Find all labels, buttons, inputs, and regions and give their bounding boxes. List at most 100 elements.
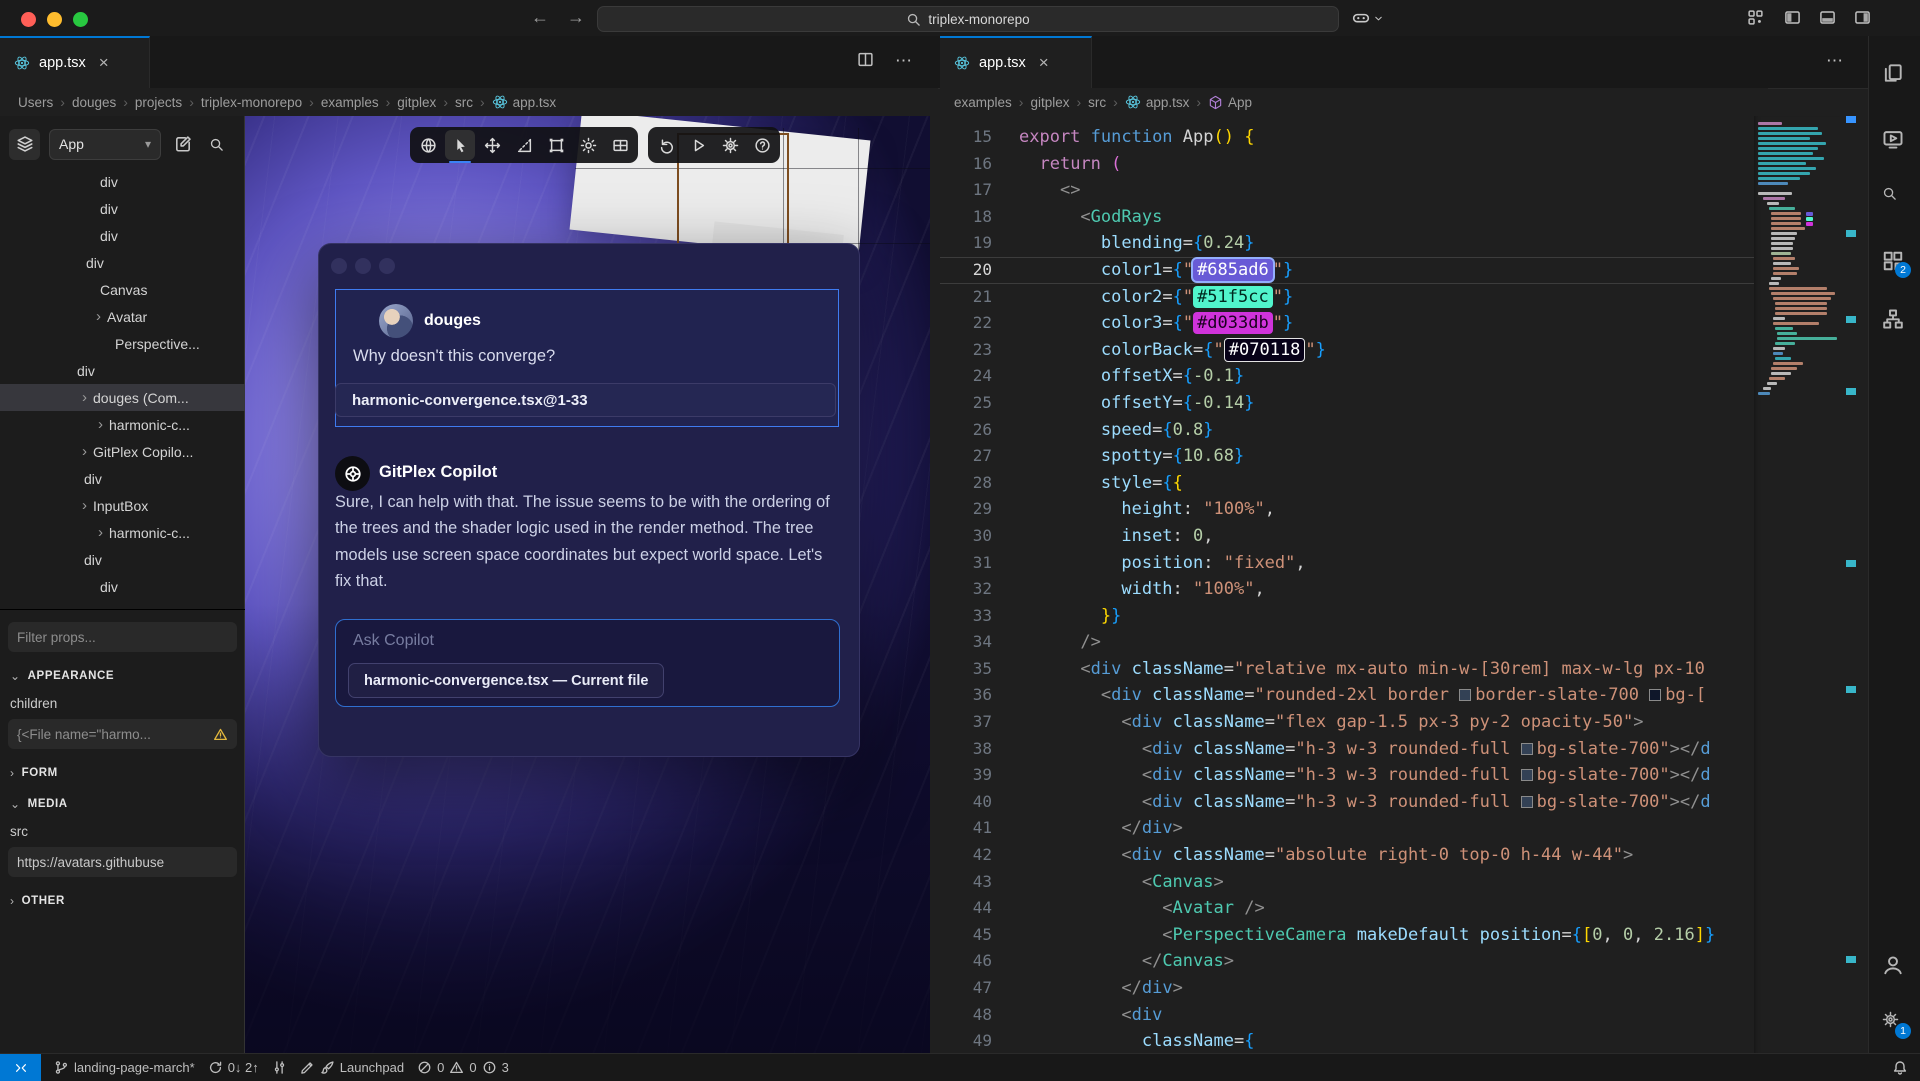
chevron-right-icon[interactable]: › (98, 417, 103, 432)
src-input[interactable]: https://avatars.githubuse (8, 847, 237, 877)
code-editor[interactable]: 15export function App() {16 return (17 <… (940, 116, 1754, 1053)
tree-item-div[interactable]: div (0, 249, 245, 276)
more-actions-icon[interactable]: ⋯ (895, 51, 912, 71)
component-select[interactable]: App ▾ (49, 129, 161, 160)
code-line-16[interactable]: 16 return ( (940, 151, 1754, 178)
code-line-31[interactable]: 31 position: "fixed", (940, 550, 1754, 577)
breadcrumb[interactable]: examples›gitplex›src›app.tsx›App (940, 88, 1768, 116)
tool-cursor-button[interactable] (445, 130, 475, 160)
chevron-right-icon[interactable]: › (82, 498, 87, 513)
code-line-17[interactable]: 17 <> (940, 177, 1754, 204)
split-editor-icon[interactable] (857, 51, 874, 68)
tree-item-canvas[interactable]: Canvas (0, 276, 245, 303)
code-line-38[interactable]: 38 <div className="h-3 w-3 rounded-full … (940, 736, 1754, 763)
code-line-47[interactable]: 47 </div> (940, 975, 1754, 1002)
minimap[interactable] (1754, 116, 1840, 1053)
chevron-right-icon[interactable]: › (98, 525, 103, 540)
code-line-29[interactable]: 29 height: "100%", (940, 496, 1754, 523)
code-line-20[interactable]: 20 color1={"#685ad6"} (940, 257, 1754, 284)
breadcrumb-item[interactable]: app.tsx (492, 94, 557, 110)
breadcrumb-item[interactable]: examples (954, 95, 1012, 110)
notifications-bell-icon[interactable] (1892, 1060, 1908, 1076)
code-line-30[interactable]: 30 inset: 0, (940, 523, 1754, 550)
ask-copilot-input[interactable]: Ask Copilot harmonic-convergence.tsx — C… (335, 619, 840, 707)
breadcrumb-item[interactable]: src (455, 95, 473, 110)
tree-item-div[interactable]: div (0, 573, 245, 600)
more-actions-icon[interactable]: ⋯ (1826, 51, 1843, 71)
breadcrumb-item[interactable]: src (1088, 95, 1106, 110)
symbols-icon[interactable] (1882, 308, 1904, 330)
tool-move-button[interactable] (477, 130, 507, 160)
code-line-24[interactable]: 24 offsetX={-0.1} (940, 363, 1754, 390)
breadcrumb-item[interactable]: examples (321, 95, 379, 110)
chevron-right-icon[interactable]: › (96, 309, 101, 324)
code-line-36[interactable]: 36 <div className="rounded-2xl border bo… (940, 682, 1754, 709)
copilot-menu-button[interactable] (1352, 9, 1384, 27)
close-tab-icon[interactable]: × (99, 53, 109, 73)
toggle-bottom-panel-button[interactable] (1819, 9, 1836, 26)
children-input[interactable]: {<File name="harmo... (8, 719, 237, 749)
breadcrumb-item[interactable]: App (1208, 95, 1252, 110)
section-form[interactable]: › FORM (10, 766, 237, 780)
chat-window[interactable]: douges Why doesn't this converge? harmon… (318, 243, 860, 757)
git-branch-item[interactable]: landing-page-march* (54, 1060, 195, 1075)
traffic-zoom-button[interactable] (73, 12, 88, 27)
code-line-32[interactable]: 32 width: "100%", (940, 576, 1754, 603)
git-graph-item[interactable] (272, 1060, 287, 1075)
layers-button[interactable] (9, 129, 40, 160)
code-line-34[interactable]: 34 /> (940, 629, 1754, 656)
tree-item-harmonic-c-[interactable]: ›harmonic-c... (0, 519, 245, 546)
tool-transform-button[interactable] (541, 130, 571, 160)
code-line-41[interactable]: 41 </div> (940, 815, 1754, 842)
customize-layout-button[interactable] (1747, 9, 1764, 26)
section-appearance[interactable]: ⌄ APPEARANCE (10, 669, 237, 683)
color-decorator[interactable]: #070118 (1224, 338, 1306, 362)
code-line-43[interactable]: 43 <Canvas> (940, 869, 1754, 896)
code-line-49[interactable]: 49 className={ (940, 1028, 1754, 1053)
tree-item-div[interactable]: div (0, 546, 245, 573)
current-file-chip[interactable]: harmonic-convergence.tsx — Current file (348, 663, 664, 698)
tree-item-harmonic-c-[interactable]: ›harmonic-c... (0, 411, 245, 438)
code-line-27[interactable]: 27 spotty={10.68} (940, 443, 1754, 470)
code-line-21[interactable]: 21 color2={"#51f5cc"} (940, 284, 1754, 311)
action-gear-button[interactable] (715, 130, 745, 160)
section-media[interactable]: ⌄ MEDIA (10, 797, 237, 811)
tool-ruler-button[interactable] (509, 130, 539, 160)
tree-item-div[interactable]: div (0, 357, 245, 384)
breadcrumb-item[interactable]: projects (135, 95, 182, 110)
git-sync-item[interactable]: 0↓ 2↑ (208, 1060, 259, 1075)
tree-item-douges-com-[interactable]: ›douges (Com... (0, 384, 245, 411)
breadcrumb[interactable]: Users›douges›projects›triplex-monorepo›e… (0, 88, 956, 116)
breadcrumb-item[interactable]: douges (72, 95, 116, 110)
code-line-33[interactable]: 33 }} (940, 603, 1754, 630)
chevron-right-icon[interactable]: › (82, 390, 87, 405)
code-line-45[interactable]: 45 <PerspectiveCamera makeDefault positi… (940, 922, 1754, 949)
action-help-button[interactable] (747, 130, 777, 160)
file-reference-box[interactable]: harmonic-convergence.tsx@1-33 (335, 383, 836, 417)
project-search-bar[interactable]: triplex-monorepo (597, 6, 1339, 32)
run-icon[interactable] (1882, 128, 1904, 150)
code-line-48[interactable]: 48 <div (940, 1002, 1754, 1029)
diagnostics-item[interactable]: 0 0 3 (417, 1060, 509, 1075)
color-decorator[interactable]: #685ad6 (1193, 259, 1273, 281)
code-line-18[interactable]: 18 <GodRays (940, 204, 1754, 231)
tree-item-gitplex-copilo-[interactable]: ›GitPlex Copilo... (0, 438, 245, 465)
account-icon[interactable] (1882, 954, 1904, 976)
scene-viewport[interactable]: douges Why doesn't this converge? harmon… (245, 116, 930, 1053)
code-line-19[interactable]: 19 blending={0.24} (940, 230, 1754, 257)
tool-light-button[interactable] (573, 130, 603, 160)
chevron-right-icon[interactable]: › (82, 444, 87, 459)
breadcrumb-item[interactable]: Users (18, 95, 53, 110)
toggle-right-panel-button[interactable] (1854, 9, 1871, 26)
left-tab-app-tsx[interactable]: app.tsx × (0, 36, 150, 88)
traffic-minimize-button[interactable] (47, 12, 62, 27)
code-line-39[interactable]: 39 <div className="h-3 w-3 rounded-full … (940, 762, 1754, 789)
action-play-button[interactable] (683, 130, 713, 160)
code-line-15[interactable]: 15export function App() { (940, 124, 1754, 151)
launchpad-item[interactable]: Launchpad (300, 1060, 404, 1075)
tree-item-div[interactable]: div (0, 465, 245, 492)
filter-props-input[interactable]: Filter props... (8, 622, 237, 652)
right-tab-app-tsx[interactable]: app.tsx × (940, 36, 1092, 88)
code-line-44[interactable]: 44 <Avatar /> (940, 895, 1754, 922)
tree-item-perspective-[interactable]: Perspective... (0, 330, 245, 357)
